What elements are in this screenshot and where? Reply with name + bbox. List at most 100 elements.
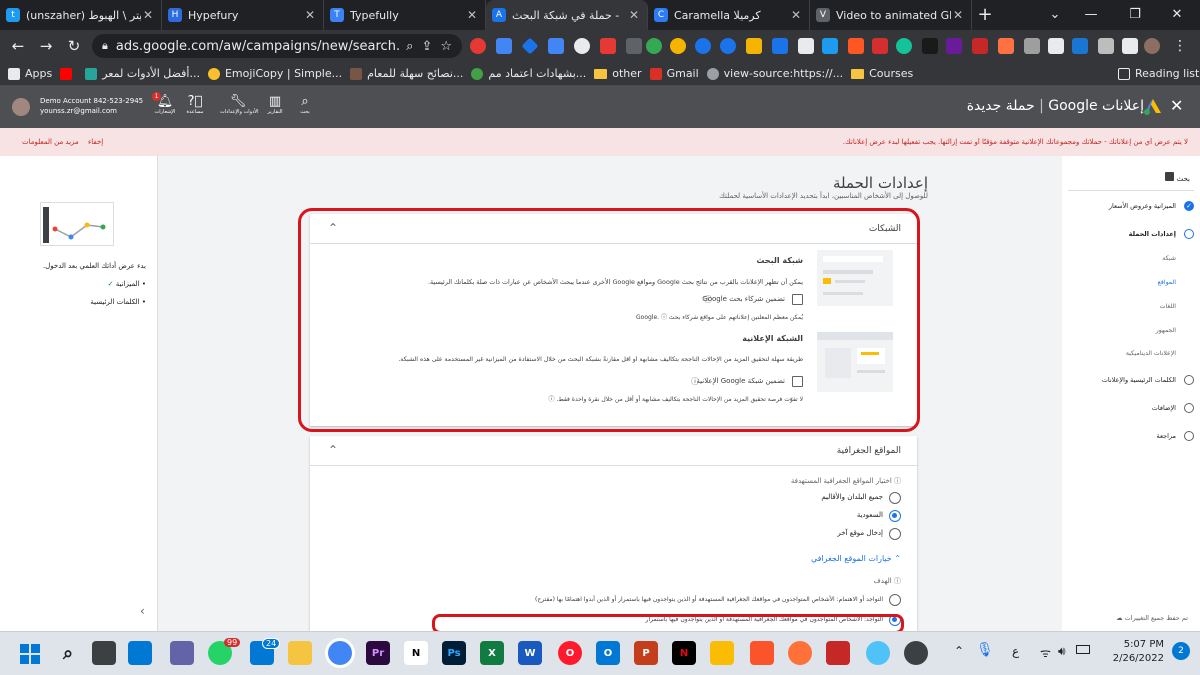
search-icon[interactable]: ⌕ (56, 641, 80, 665)
location-option-radio[interactable] (889, 528, 901, 540)
location-options-toggle[interactable]: ⌃ خيارات الموقع الجغرافي (811, 554, 901, 563)
close-window-button[interactable]: ✕ (1154, 0, 1200, 30)
notion-extension-icon[interactable] (1048, 38, 1064, 54)
help-button[interactable]: ?⃝ مساعدة (180, 94, 210, 115)
widgets-icon[interactable] (128, 641, 152, 665)
bookmark-folder[interactable]: other (594, 67, 642, 80)
wifi-icon[interactable]: ᯤ (1040, 644, 1051, 661)
nav-step-keywords[interactable]: الكلمات الرئيسية والإعلانات (1102, 376, 1176, 384)
notifications-button[interactable]: 🔔︎ الإشعارات 1 (150, 92, 180, 115)
forward-button[interactable]: → (32, 37, 60, 55)
account-avatar[interactable] (12, 98, 30, 116)
bookmark[interactable]: view-source:https://... (706, 67, 843, 80)
dismiss-link[interactable]: إخفاء (88, 138, 103, 146)
extension-icon[interactable] (798, 38, 814, 54)
reports-button[interactable]: ▥ التقارير (260, 94, 290, 115)
extension-icon[interactable] (772, 38, 788, 54)
close-icon[interactable]: ✕ (627, 8, 641, 22)
minimize-button[interactable]: — (1068, 0, 1114, 30)
extension-icon[interactable] (695, 38, 711, 54)
obs-icon[interactable] (904, 641, 928, 665)
chevron-up-icon[interactable]: ⌃ (954, 644, 964, 658)
translate-icon[interactable] (548, 38, 564, 54)
close-icon[interactable]: ✕ (141, 8, 155, 22)
volume-icon[interactable]: 🔊︎ (1058, 644, 1066, 659)
account-info[interactable]: Demo Account 842-523-2945 younss.zr@gmai… (40, 96, 143, 116)
browser-tab-active[interactable]: A حملة في شبكة البحث - ✕ (486, 0, 648, 30)
extension-icon[interactable] (670, 38, 686, 54)
grammarly-icon[interactable] (896, 38, 912, 54)
chrome-icon[interactable] (328, 641, 352, 665)
winrar-icon[interactable] (826, 641, 850, 665)
address-bar[interactable]: 🔒︎ ads.google.com/aw/campaigns/new/searc… (92, 34, 462, 58)
extension-icon[interactable] (720, 38, 736, 54)
notion-icon[interactable]: N (404, 641, 428, 665)
firefox-icon[interactable] (788, 641, 812, 665)
clock[interactable]: 5:07 PM 2/26/2022 (1104, 638, 1164, 666)
reading-list-button[interactable]: Reading list (1118, 67, 1199, 80)
help-icon[interactable]: ⓘ (894, 477, 901, 485)
share-icon[interactable]: ⇪ (421, 39, 432, 54)
nav-substep[interactable]: الإعلانات الديناميكية (1126, 350, 1176, 357)
photoshop-icon[interactable]: Ps (442, 641, 466, 665)
extension-icon[interactable] (746, 38, 762, 54)
google-ads-app-icon[interactable] (710, 641, 734, 665)
extension-icon[interactable] (574, 38, 590, 54)
close-icon[interactable]: ✕ (303, 8, 317, 22)
location-option-radio[interactable] (889, 510, 901, 522)
help-icon[interactable]: ⓘ (894, 577, 901, 585)
search-button[interactable]: ⌕ بحث (290, 94, 320, 115)
reload-button[interactable]: ↻ (60, 37, 88, 55)
target-option-radio[interactable] (889, 594, 901, 606)
close-icon[interactable]: ✕ (465, 8, 479, 22)
extension-icon[interactable] (470, 38, 486, 54)
word-icon[interactable]: W (518, 641, 542, 665)
brave-icon[interactable] (750, 641, 774, 665)
bookmark-folder[interactable]: Courses (851, 67, 913, 80)
premiere-icon[interactable]: Pr (366, 641, 390, 665)
extension-icon[interactable] (646, 38, 662, 54)
extension-icon[interactable] (1024, 38, 1040, 54)
bookmark[interactable] (60, 67, 77, 80)
bookmark[interactable]: نصائح سهلة للمعام... (350, 67, 463, 80)
nav-step-settings[interactable]: إعدادات الحملة (1129, 230, 1176, 238)
browser-tab[interactable]: V Video to animated GIF ✕ (810, 0, 972, 30)
gmail-extension-icon[interactable] (872, 38, 888, 54)
browser-tab[interactable]: t (unszaher) تويتر \ الهبوط✕ (0, 0, 162, 30)
nav-step-review[interactable]: مراجعة (1156, 432, 1176, 440)
extension-icon[interactable] (496, 38, 512, 54)
back-button[interactable]: ← (4, 37, 32, 55)
tools-settings-button[interactable]: 🔧︎ الأدوات والإعدادات (220, 94, 259, 115)
bookmark-star-icon[interactable]: ☆ (440, 39, 452, 54)
task-view-icon[interactable] (92, 641, 116, 665)
notification-center-badge[interactable]: 2 (1172, 642, 1190, 660)
extension-icon[interactable] (998, 38, 1014, 54)
paint-icon[interactable] (866, 641, 890, 665)
browser-tab[interactable]: H Hypefury ✕ (162, 0, 324, 30)
extension-icon[interactable] (972, 38, 988, 54)
profile-avatar[interactable] (1144, 38, 1160, 54)
opera-icon[interactable]: O (558, 641, 582, 665)
nav-substep[interactable]: شبكة (1162, 255, 1176, 262)
nav-step-budget[interactable]: الميزانية وعروض الأسعار (1109, 202, 1176, 210)
input-language[interactable]: ع (1012, 644, 1019, 658)
excel-icon[interactable]: X (480, 641, 504, 665)
new-tab-button[interactable]: + (972, 0, 998, 30)
location-option-radio[interactable] (889, 492, 901, 504)
nav-substep-active[interactable]: المواقع (1158, 279, 1176, 286)
microphone-icon[interactable]: 🎙︎ (976, 642, 994, 658)
battery-icon[interactable] (1076, 645, 1090, 654)
media-icon[interactable] (1122, 38, 1138, 54)
file-explorer-icon[interactable] (288, 641, 312, 665)
browser-tab[interactable]: C Caramella كرميلا ✕ (648, 0, 810, 30)
powerpoint-icon[interactable]: P (634, 641, 658, 665)
extensions-puzzle-icon[interactable] (1098, 38, 1114, 54)
outlook-icon[interactable]: O (596, 641, 620, 665)
learn-more-link[interactable]: مزيد من المعلومات (22, 138, 79, 146)
nav-substep[interactable]: الجمهور (1156, 327, 1176, 334)
collapse-panel-button[interactable]: ‹ (140, 604, 145, 618)
twitter-extension-icon[interactable] (822, 38, 838, 54)
teams-icon[interactable] (170, 641, 194, 665)
bookmark[interactable]: EmojiCopy | Simple... (207, 67, 342, 80)
extension-icon[interactable] (946, 38, 962, 54)
